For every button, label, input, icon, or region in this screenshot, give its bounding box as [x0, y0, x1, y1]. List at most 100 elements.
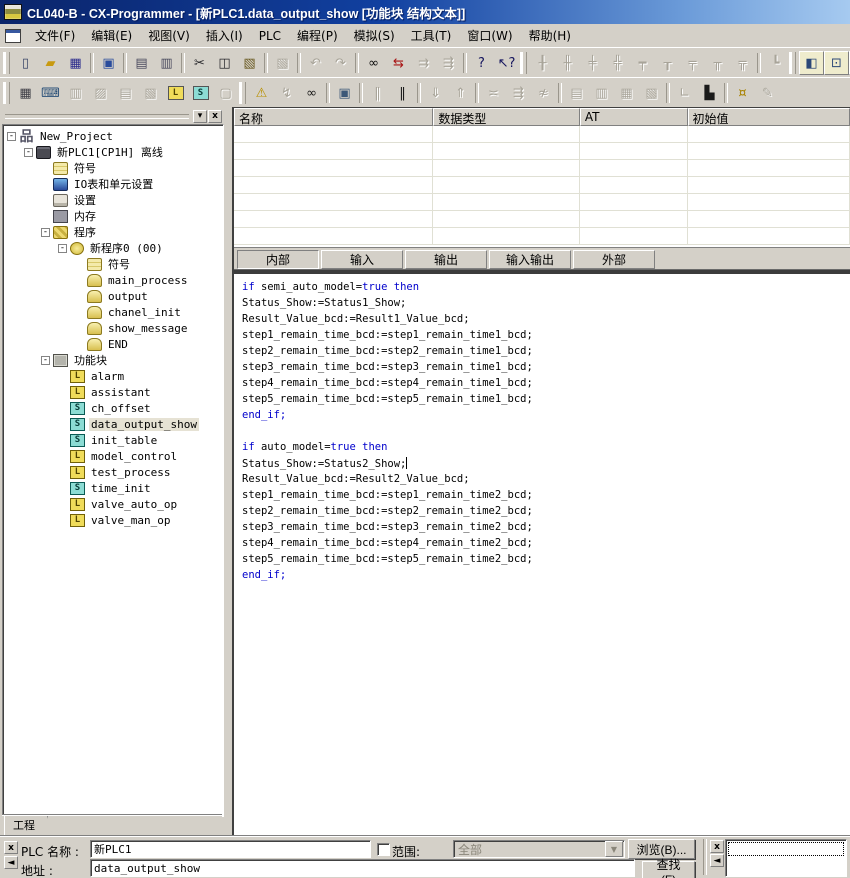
tree-item-model-control[interactable]: Lmodel_control: [3, 448, 223, 464]
toolbar-grip[interactable]: [239, 82, 246, 104]
tab-outputs[interactable]: 输出: [405, 250, 487, 269]
cut-icon[interactable]: ✂: [187, 51, 212, 75]
tree-item-time-init[interactable]: Stime_init: [3, 480, 223, 496]
find-fault-icon[interactable]: ∞: [299, 81, 324, 105]
new-ladder-fb-icon[interactable]: L: [163, 81, 188, 105]
tree-item-memory[interactable]: 内存: [3, 208, 223, 224]
tree-item-symbols[interactable]: 符号: [3, 160, 223, 176]
expander-icon[interactable]: -: [24, 148, 33, 157]
tree-item-test-process[interactable]: Ltest_process: [3, 464, 223, 480]
menu-file[interactable]: 文件(F): [27, 26, 83, 46]
expander-icon[interactable]: -: [7, 132, 16, 141]
tree-item-main-process[interactable]: main_process: [3, 272, 223, 288]
menu-insert[interactable]: 插入(I): [198, 26, 251, 46]
toolbar-grip[interactable]: [3, 52, 10, 74]
col-initial-value[interactable]: 初始值: [688, 108, 850, 126]
workspace-tab-project[interactable]: 工程: [4, 816, 48, 836]
find-button[interactable]: 查找(F): [642, 861, 695, 878]
dock-collapse-icon[interactable]: ◄: [4, 856, 18, 869]
tree-item-programs[interactable]: -程序: [3, 224, 223, 240]
tree-item-function-blocks[interactable]: -功能块: [3, 352, 223, 368]
menu-window[interactable]: 窗口(W): [459, 26, 520, 46]
address-input[interactable]: [90, 859, 635, 877]
open-project-icon[interactable]: ▰: [38, 51, 63, 75]
compile-check-icon[interactable]: ▣: [96, 51, 121, 75]
tree-item-io-table[interactable]: IO表和单元设置: [3, 176, 223, 192]
col-name[interactable]: 名称: [234, 108, 433, 126]
expander-icon[interactable]: -: [41, 228, 50, 237]
tree-item-settings[interactable]: 设置: [3, 192, 223, 208]
tab-in-outs[interactable]: 输入输出: [489, 250, 571, 269]
watch-window[interactable]: [725, 839, 847, 877]
tree-item-alarm[interactable]: Lalarm: [3, 368, 223, 384]
pause-icon[interactable]: ‖: [390, 81, 415, 105]
col-data-type[interactable]: 数据类型: [433, 108, 580, 126]
scope-combobox[interactable]: 全部 ▼: [453, 840, 625, 858]
tree-item-program-symbols[interactable]: 符号: [3, 256, 223, 272]
save-project-icon[interactable]: ▦: [63, 51, 88, 75]
menu-simulation[interactable]: 模拟(S): [346, 26, 403, 46]
toggle-symbol-table-icon[interactable]: ▦: [13, 81, 38, 105]
menu-view[interactable]: 视图(V): [140, 26, 198, 46]
tree-item-assistant[interactable]: Lassistant: [3, 384, 223, 400]
pane-close-icon[interactable]: x: [208, 110, 222, 123]
plc-name-input[interactable]: [90, 840, 371, 858]
tree-item-ch-offset[interactable]: Sch_offset: [3, 400, 223, 416]
table-row[interactable]: [234, 177, 850, 194]
program-check-icon[interactable]: ⚠: [249, 81, 274, 105]
mdi-child-icon[interactable]: [5, 29, 21, 43]
menu-edit[interactable]: 编辑(E): [83, 26, 140, 46]
scope-checkbox[interactable]: [377, 843, 390, 856]
tree-item-new-project[interactable]: -品New_Project: [3, 128, 223, 144]
tree-item-output[interactable]: output: [3, 288, 223, 304]
pane-grip[interactable]: [5, 114, 189, 119]
tree-item-init-table[interactable]: Sinit_table: [3, 432, 223, 448]
watch-close-icon[interactable]: x: [710, 840, 724, 853]
tree-item-valve-man-op[interactable]: Lvalve_man_op: [3, 512, 223, 528]
work-online-icon[interactable]: ⌨: [38, 81, 63, 105]
table-row[interactable]: [234, 228, 850, 245]
output-window-toggle-icon[interactable]: ⊡: [824, 51, 849, 75]
menu-tools[interactable]: 工具(T): [403, 26, 460, 46]
expander-icon[interactable]: -: [58, 244, 67, 253]
tab-inputs[interactable]: 输入: [321, 250, 403, 269]
table-row[interactable]: [234, 194, 850, 211]
context-help-icon[interactable]: ↖?: [494, 51, 519, 75]
menu-help[interactable]: 帮助(H): [521, 26, 579, 46]
tree-item-plc1[interactable]: -新PLC1[CP1H] 离线: [3, 144, 223, 160]
find-replace-icon[interactable]: ⇆: [386, 51, 411, 75]
tree-item-show-message[interactable]: show_message: [3, 320, 223, 336]
tree-item-chanel-init[interactable]: chanel_init: [3, 304, 223, 320]
print-icon[interactable]: ▤: [129, 51, 154, 75]
menu-program[interactable]: 编程(P): [289, 26, 346, 46]
table-row[interactable]: [234, 160, 850, 177]
dock-close-icon[interactable]: x: [4, 841, 18, 854]
io-bar-monitor-icon[interactable]: ▙: [697, 81, 722, 105]
toolbar-grip[interactable]: [3, 82, 10, 104]
password-protect-icon[interactable]: ¤: [730, 81, 755, 105]
tree-item-data-output-show[interactable]: Sdata_output_show: [3, 416, 223, 432]
variable-table[interactable]: [234, 126, 850, 247]
col-at[interactable]: AT: [580, 108, 688, 126]
project-workspace-toggle-icon[interactable]: ◧: [799, 51, 824, 75]
tab-internal[interactable]: 内部: [237, 250, 319, 269]
pane-options-icon[interactable]: ▾: [193, 110, 207, 123]
combo-arrow-icon[interactable]: ▼: [605, 841, 623, 857]
menu-plc[interactable]: PLC: [251, 26, 289, 46]
tree-item-valve-auto-op[interactable]: Lvalve_auto_op: [3, 496, 223, 512]
table-row[interactable]: [234, 211, 850, 228]
tree-item-end[interactable]: END: [3, 336, 223, 352]
paste-icon[interactable]: ▧: [237, 51, 262, 75]
table-row[interactable]: [234, 143, 850, 160]
toolbar-grip[interactable]: [520, 52, 527, 74]
watch-collapse-icon[interactable]: ◄: [710, 854, 724, 867]
toolbar-grip[interactable]: [789, 52, 796, 74]
help-icon[interactable]: ?: [469, 51, 494, 75]
print-preview-icon[interactable]: ▥: [154, 51, 179, 75]
expander-icon[interactable]: -: [41, 356, 50, 365]
st-editor[interactable]: if semi_auto_model=true thenStatus_Show:…: [234, 274, 850, 836]
monitor-fault-icon[interactable]: ▣: [332, 81, 357, 105]
new-st-fb-icon[interactable]: S: [188, 81, 213, 105]
copy-icon[interactable]: ◫: [212, 51, 237, 75]
tab-externals[interactable]: 外部: [573, 250, 655, 269]
